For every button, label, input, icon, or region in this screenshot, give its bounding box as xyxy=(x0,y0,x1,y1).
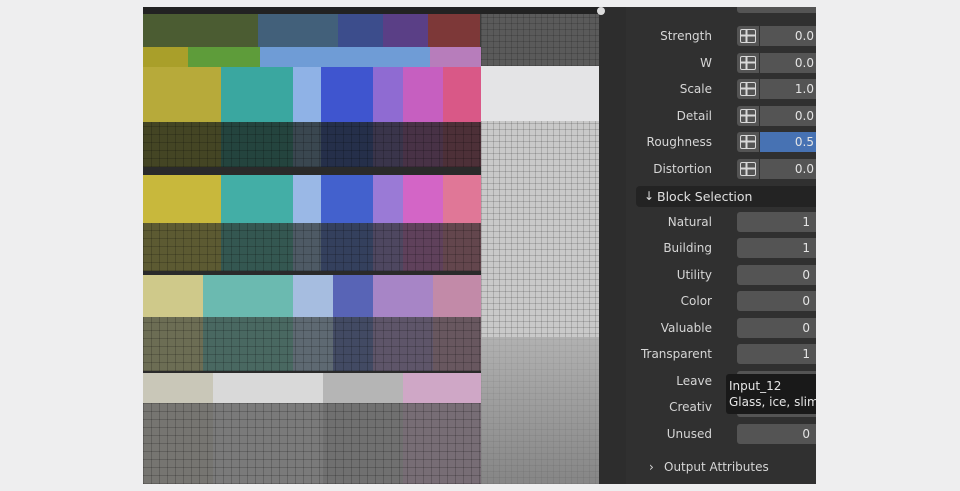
value-text: 0.5 xyxy=(794,135,814,149)
property-label: W xyxy=(700,56,712,70)
property-label: Building xyxy=(663,241,712,255)
pin-icon xyxy=(597,7,605,15)
properties-panel: Strength 0.0 W 0.0 Scale 1.0 Detail 0.0 Roughnes… xyxy=(626,7,816,484)
property-label: Unused xyxy=(666,427,712,441)
property-label: Distortion xyxy=(653,162,712,176)
value-text: 0 xyxy=(802,294,810,308)
value-text: 1 xyxy=(802,241,810,255)
value-text: 0 xyxy=(802,321,810,335)
noise-row-strength: Strength 0.0 xyxy=(626,26,816,46)
block-row-valuable: Valuable 0 xyxy=(626,318,816,338)
value-field[interactable]: 0.0 xyxy=(760,53,816,73)
value-text: 1 xyxy=(802,215,810,229)
block-row-transparent: Transparent 1 xyxy=(626,344,816,364)
int-field[interactable]: 1 xyxy=(737,212,816,232)
block-row-color: Color 0 xyxy=(626,291,816,311)
noise-row-w: W 0.0 xyxy=(626,53,816,73)
property-label: Transparent xyxy=(640,347,712,361)
arrow-down-icon: ↓ xyxy=(644,189,655,203)
block-selection-title: Block Selection xyxy=(657,189,753,204)
int-field[interactable]: 1 xyxy=(737,238,816,258)
value-field[interactable]: 0.5 xyxy=(760,132,816,152)
value-text: 1.0 xyxy=(794,82,814,96)
property-label: Leave xyxy=(676,374,712,388)
value-field[interactable]: 1.0 xyxy=(760,79,816,99)
socket-icon[interactable] xyxy=(737,159,759,179)
value-text: 0.0 xyxy=(794,56,814,70)
socket-icon[interactable] xyxy=(737,26,759,46)
value-text: 0.0 xyxy=(794,109,814,123)
texture-strip-3 xyxy=(143,275,481,371)
noise-row-scale: Scale 1.0 xyxy=(626,79,816,99)
tooltip-title: Input_12 xyxy=(729,379,782,393)
property-label: Scale xyxy=(679,82,712,96)
value-text: 0 xyxy=(802,268,810,282)
texture-strip-1 xyxy=(143,67,481,167)
block-row-utility: Utility 0 xyxy=(626,265,816,285)
value-text: 0 xyxy=(802,427,810,441)
value-field[interactable]: 0.0 xyxy=(760,26,816,46)
property-label: Natural xyxy=(667,215,712,229)
texture-viewport[interactable] xyxy=(143,7,599,484)
int-field[interactable]: 1 xyxy=(737,344,816,364)
texture-strip-4 xyxy=(143,373,481,484)
grey-swatch-top xyxy=(481,14,599,66)
int-field[interactable]: 0 xyxy=(737,265,816,285)
property-label: Valuable xyxy=(660,321,712,335)
value-text: 1 xyxy=(802,347,810,361)
property-label: Color xyxy=(680,294,712,308)
property-label: Utility xyxy=(676,268,712,282)
property-label: Roughness xyxy=(646,135,712,149)
block-row-building: Building 1 xyxy=(626,238,816,258)
partial-field-top xyxy=(737,7,816,13)
application-window: Strength 0.0 W 0.0 Scale 1.0 Detail 0.0 Roughnes… xyxy=(143,7,816,484)
tooltip: Input_12 Glass, ice, slime xyxy=(726,374,816,414)
property-label: Strength xyxy=(660,29,712,43)
value-field[interactable]: 0.0 xyxy=(760,106,816,126)
property-label: Creativ xyxy=(669,400,712,414)
block-row-unused: Unused 0 xyxy=(626,424,816,444)
block-row-natural: Natural 1 xyxy=(626,212,816,232)
chevron-right-icon: › xyxy=(649,460,654,474)
output-attributes-label: Output Attributes xyxy=(664,460,769,474)
socket-icon[interactable] xyxy=(737,79,759,99)
int-field[interactable]: 0 xyxy=(737,318,816,338)
socket-icon[interactable] xyxy=(737,132,759,152)
value-text: 0.0 xyxy=(794,29,814,43)
value-text: 0.0 xyxy=(794,162,814,176)
white-swatch xyxy=(481,66,599,121)
noise-row-distortion: Distortion 0.0 xyxy=(626,159,816,179)
tooltip-description: Glass, ice, slime xyxy=(729,395,816,409)
panel-separator[interactable] xyxy=(597,7,626,484)
block-selection-header[interactable]: ↓ Block Selection xyxy=(636,186,816,207)
noise-row-detail: Detail 0.0 xyxy=(626,106,816,126)
value-field[interactable]: 0.0 xyxy=(760,159,816,179)
noise-row-roughness: Roughness 0.5 xyxy=(626,132,816,152)
int-field[interactable]: 0 xyxy=(737,424,816,444)
int-field[interactable]: 0 xyxy=(737,291,816,311)
property-label: Detail xyxy=(676,109,712,123)
socket-icon[interactable] xyxy=(737,53,759,73)
socket-icon[interactable] xyxy=(737,106,759,126)
texture-strip-2 xyxy=(143,175,481,271)
